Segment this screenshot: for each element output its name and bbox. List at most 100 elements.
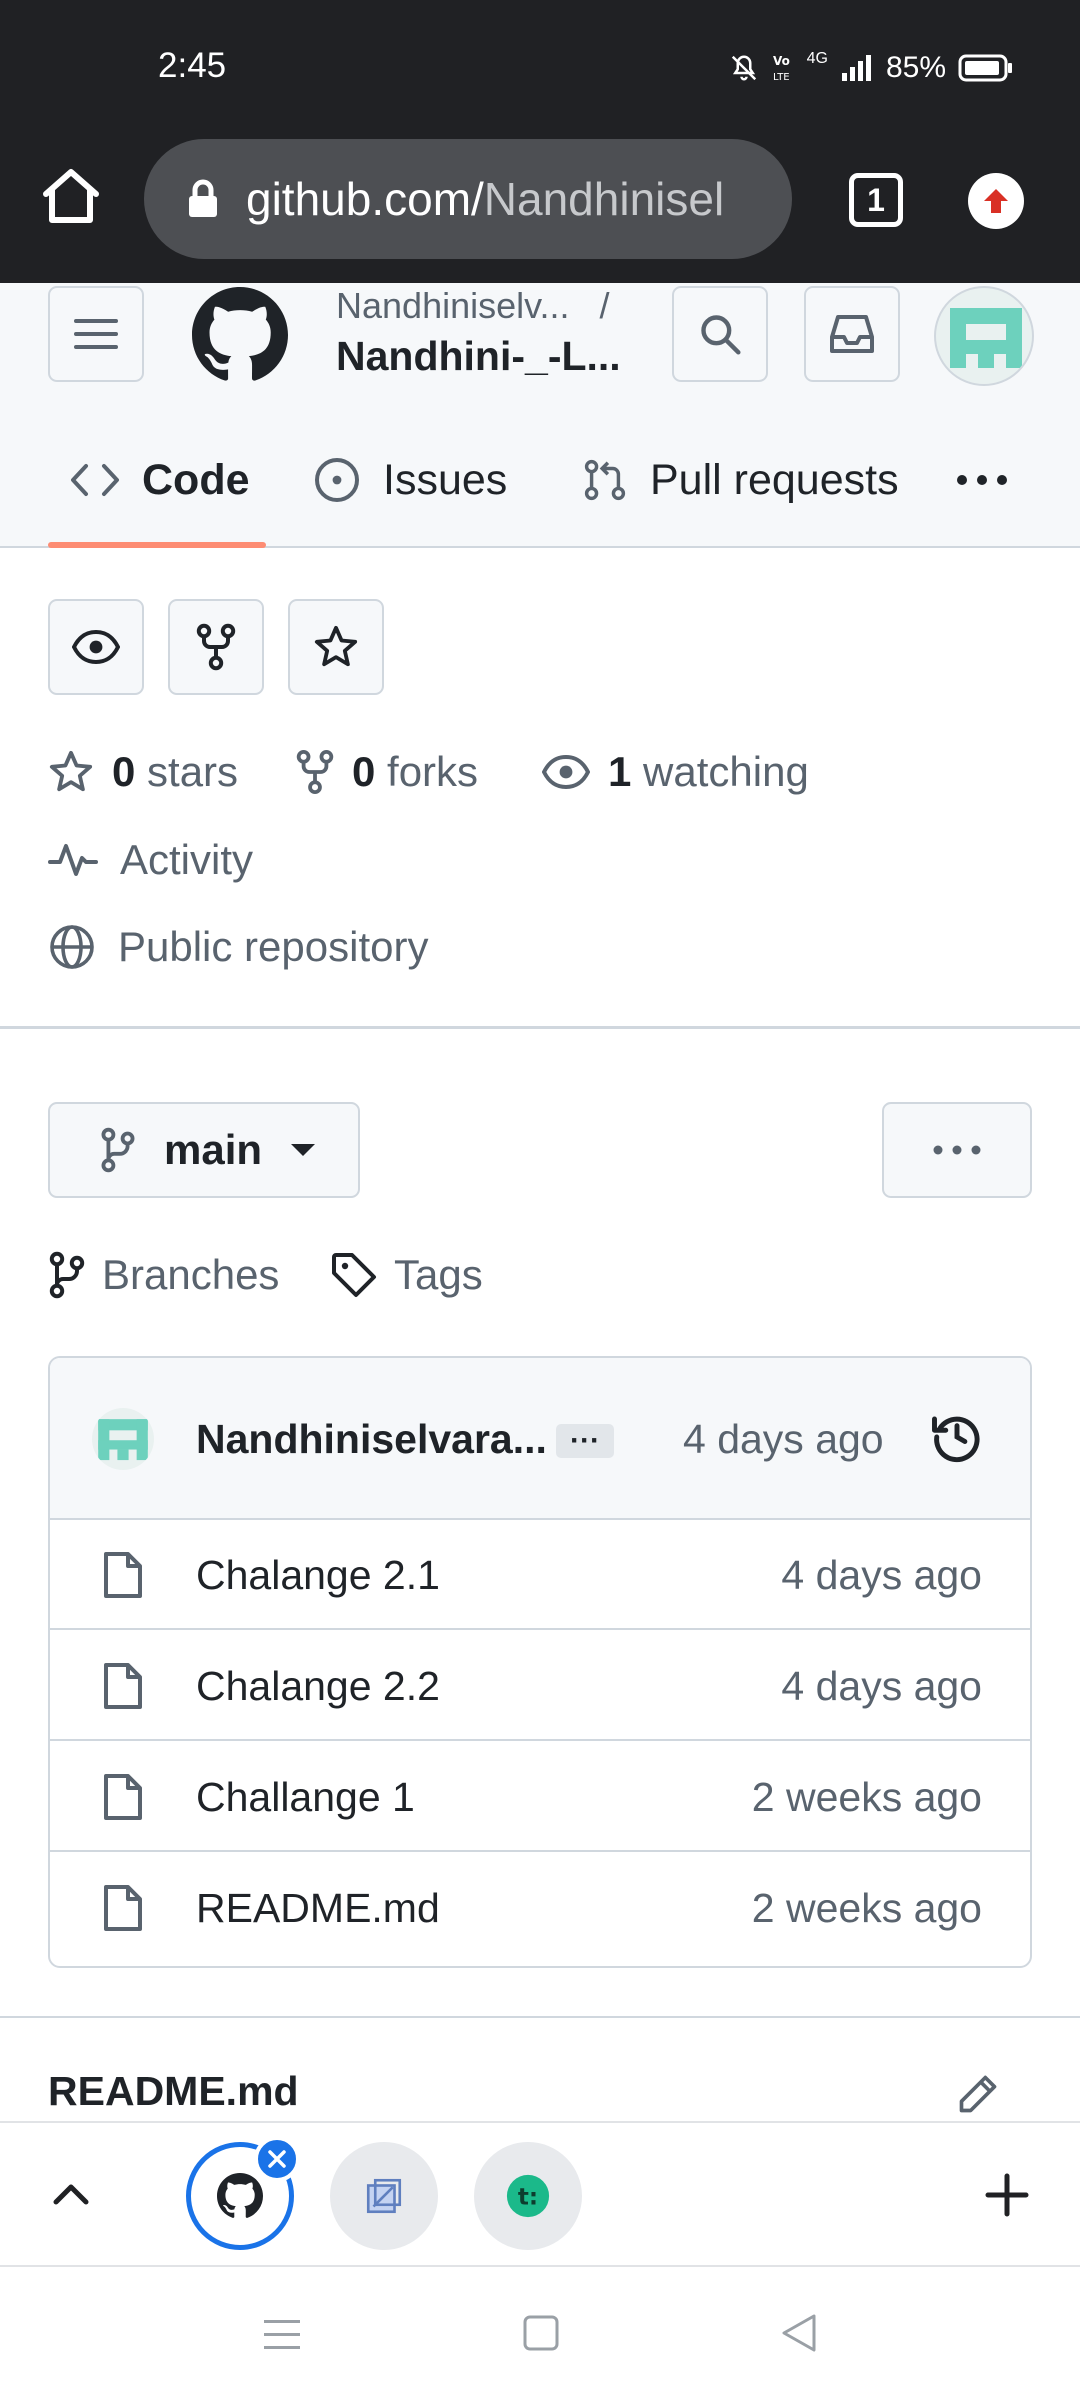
search-icon xyxy=(701,315,741,355)
file-name[interactable]: Challange 1 xyxy=(196,1774,415,1821)
file-row[interactable]: Chalange 2.1 4 days ago xyxy=(50,1520,1030,1630)
tab-issues-label: Issues xyxy=(383,455,508,504)
branches-link[interactable]: Branches xyxy=(48,1245,279,1305)
tag-icon xyxy=(332,1253,376,1297)
system-back-button[interactable] xyxy=(780,2312,818,2354)
back-triangle-icon xyxy=(782,2314,816,2352)
image-icon xyxy=(366,2178,402,2214)
watch-button[interactable] xyxy=(48,599,144,695)
recents-button[interactable] xyxy=(262,2316,302,2352)
search-button[interactable] xyxy=(672,286,768,382)
git-branch-icon xyxy=(49,1251,85,1299)
square-icon xyxy=(523,2315,559,2351)
kebab-horizontal-icon xyxy=(957,475,1007,485)
github-icon xyxy=(192,287,288,381)
repo-owner-link[interactable]: Nandhiniselv... / xyxy=(336,285,610,327)
commit-author-link[interactable]: Nandhiniselvara... xyxy=(196,1416,547,1463)
tab-issues[interactable]: Issues xyxy=(313,440,507,520)
url-host: github.com/ xyxy=(246,173,484,225)
history-button[interactable] xyxy=(930,1410,984,1464)
tab-pull-requests[interactable]: Pull requests xyxy=(582,440,899,520)
tab-switcher-button[interactable]: 1 xyxy=(849,173,903,227)
kebab-horizontal-icon xyxy=(933,1145,981,1155)
repo-forked-icon xyxy=(196,623,236,671)
signal-icon xyxy=(841,55,871,81)
github-logo[interactable] xyxy=(192,287,288,383)
edit-readme-button[interactable] xyxy=(956,2072,1000,2116)
tab-code[interactable]: Code xyxy=(70,440,250,520)
commit-time: 4 days ago xyxy=(683,1416,884,1462)
history-icon xyxy=(932,1416,980,1463)
watching-count: 1 xyxy=(608,748,632,795)
selected-tab-indicator xyxy=(48,542,266,548)
activity-link[interactable]: Activity xyxy=(48,830,253,890)
file-row[interactable]: Chalange 2.2 4 days ago xyxy=(50,1631,1030,1741)
tab-strip-expand-button[interactable] xyxy=(44,2168,98,2222)
svg-text:t:: t: xyxy=(518,2185,538,2211)
repo-more-button[interactable] xyxy=(882,1102,1032,1198)
svg-text:LTE: LTE xyxy=(773,72,790,83)
inbox-icon xyxy=(830,315,874,353)
network-type: 4G xyxy=(806,50,828,67)
forks-link[interactable]: 0 forks xyxy=(296,742,478,802)
latest-commit-row: Nandhiniselvara... ··· 4 days ago xyxy=(50,1358,1030,1520)
file-name[interactable]: Chalange 2.1 xyxy=(196,1552,440,1599)
watchers-link[interactable]: 1 watching xyxy=(542,742,809,802)
eye-icon xyxy=(542,755,590,789)
forks-count: 0 xyxy=(352,748,376,795)
inbox-button[interactable] xyxy=(804,286,900,382)
tab-code-label: Code xyxy=(142,455,250,504)
identicon-icon xyxy=(950,308,1022,368)
eye-icon xyxy=(72,630,120,664)
file-row[interactable]: README.md 2 weeks ago xyxy=(50,1853,1030,1963)
divider xyxy=(0,2016,1080,2018)
tab-strip-tab[interactable] xyxy=(330,2142,438,2250)
branch-select-button[interactable]: main xyxy=(48,1102,360,1198)
file-row[interactable]: Challange 1 2 weeks ago xyxy=(50,1742,1030,1852)
activity-label: Activity xyxy=(120,836,254,883)
url-bar[interactable]: github.com/Nandhinisel xyxy=(144,139,792,259)
github-icon xyxy=(217,2173,263,2218)
tab-pull-requests-label: Pull requests xyxy=(650,455,899,504)
star-icon xyxy=(49,750,93,792)
volte-icon: Vo LTE xyxy=(773,54,790,83)
tab-more-button[interactable] xyxy=(952,455,1012,505)
lock-icon xyxy=(189,179,217,217)
stars-label: stars xyxy=(147,748,239,795)
git-pull-request-icon xyxy=(584,459,626,501)
file-icon xyxy=(104,1663,142,1709)
tab-strip-tab[interactable]: t: xyxy=(474,2142,582,2250)
user-avatar[interactable] xyxy=(934,286,1034,386)
file-icon xyxy=(104,1774,142,1820)
new-tab-button[interactable] xyxy=(982,2170,1032,2220)
stars-link[interactable]: 0 stars xyxy=(48,742,238,802)
close-tab-button[interactable] xyxy=(254,2136,300,2182)
home-button[interactable] xyxy=(40,166,102,226)
divider xyxy=(0,1026,1080,1029)
battery-icon xyxy=(958,54,1012,82)
file-icon xyxy=(104,1552,142,1598)
system-home-button[interactable] xyxy=(522,2314,560,2352)
extension-button[interactable] xyxy=(968,173,1024,229)
file-icon xyxy=(104,1885,142,1931)
url-path: Nandhinisel xyxy=(483,173,725,225)
file-table: Nandhiniselvara... ··· 4 days ago Chalan… xyxy=(48,1356,1032,1968)
repo-forked-icon xyxy=(296,749,334,795)
commit-message-expand-button[interactable]: ··· xyxy=(556,1424,614,1458)
chevron-up-icon xyxy=(53,2184,89,2205)
tags-link[interactable]: Tags xyxy=(330,1245,483,1305)
file-name[interactable]: README.md xyxy=(196,1885,440,1932)
file-name[interactable]: Chalange 2.2 xyxy=(196,1663,440,1710)
breadcrumb-separator: / xyxy=(599,285,610,326)
file-time: 2 weeks ago xyxy=(751,1885,982,1931)
fork-button[interactable] xyxy=(168,599,264,695)
star-icon xyxy=(314,625,358,667)
branch-name: main xyxy=(164,1126,263,1173)
site-favicon-icon: t: xyxy=(506,2174,550,2218)
repo-name-link[interactable]: Nandhini-_-L... xyxy=(336,333,621,380)
menu-button[interactable] xyxy=(48,286,144,382)
star-button[interactable] xyxy=(288,599,384,695)
commit-author-avatar[interactable] xyxy=(92,1408,154,1470)
hamburger-icon xyxy=(74,319,118,349)
readme-title: README.md xyxy=(48,2068,299,2114)
